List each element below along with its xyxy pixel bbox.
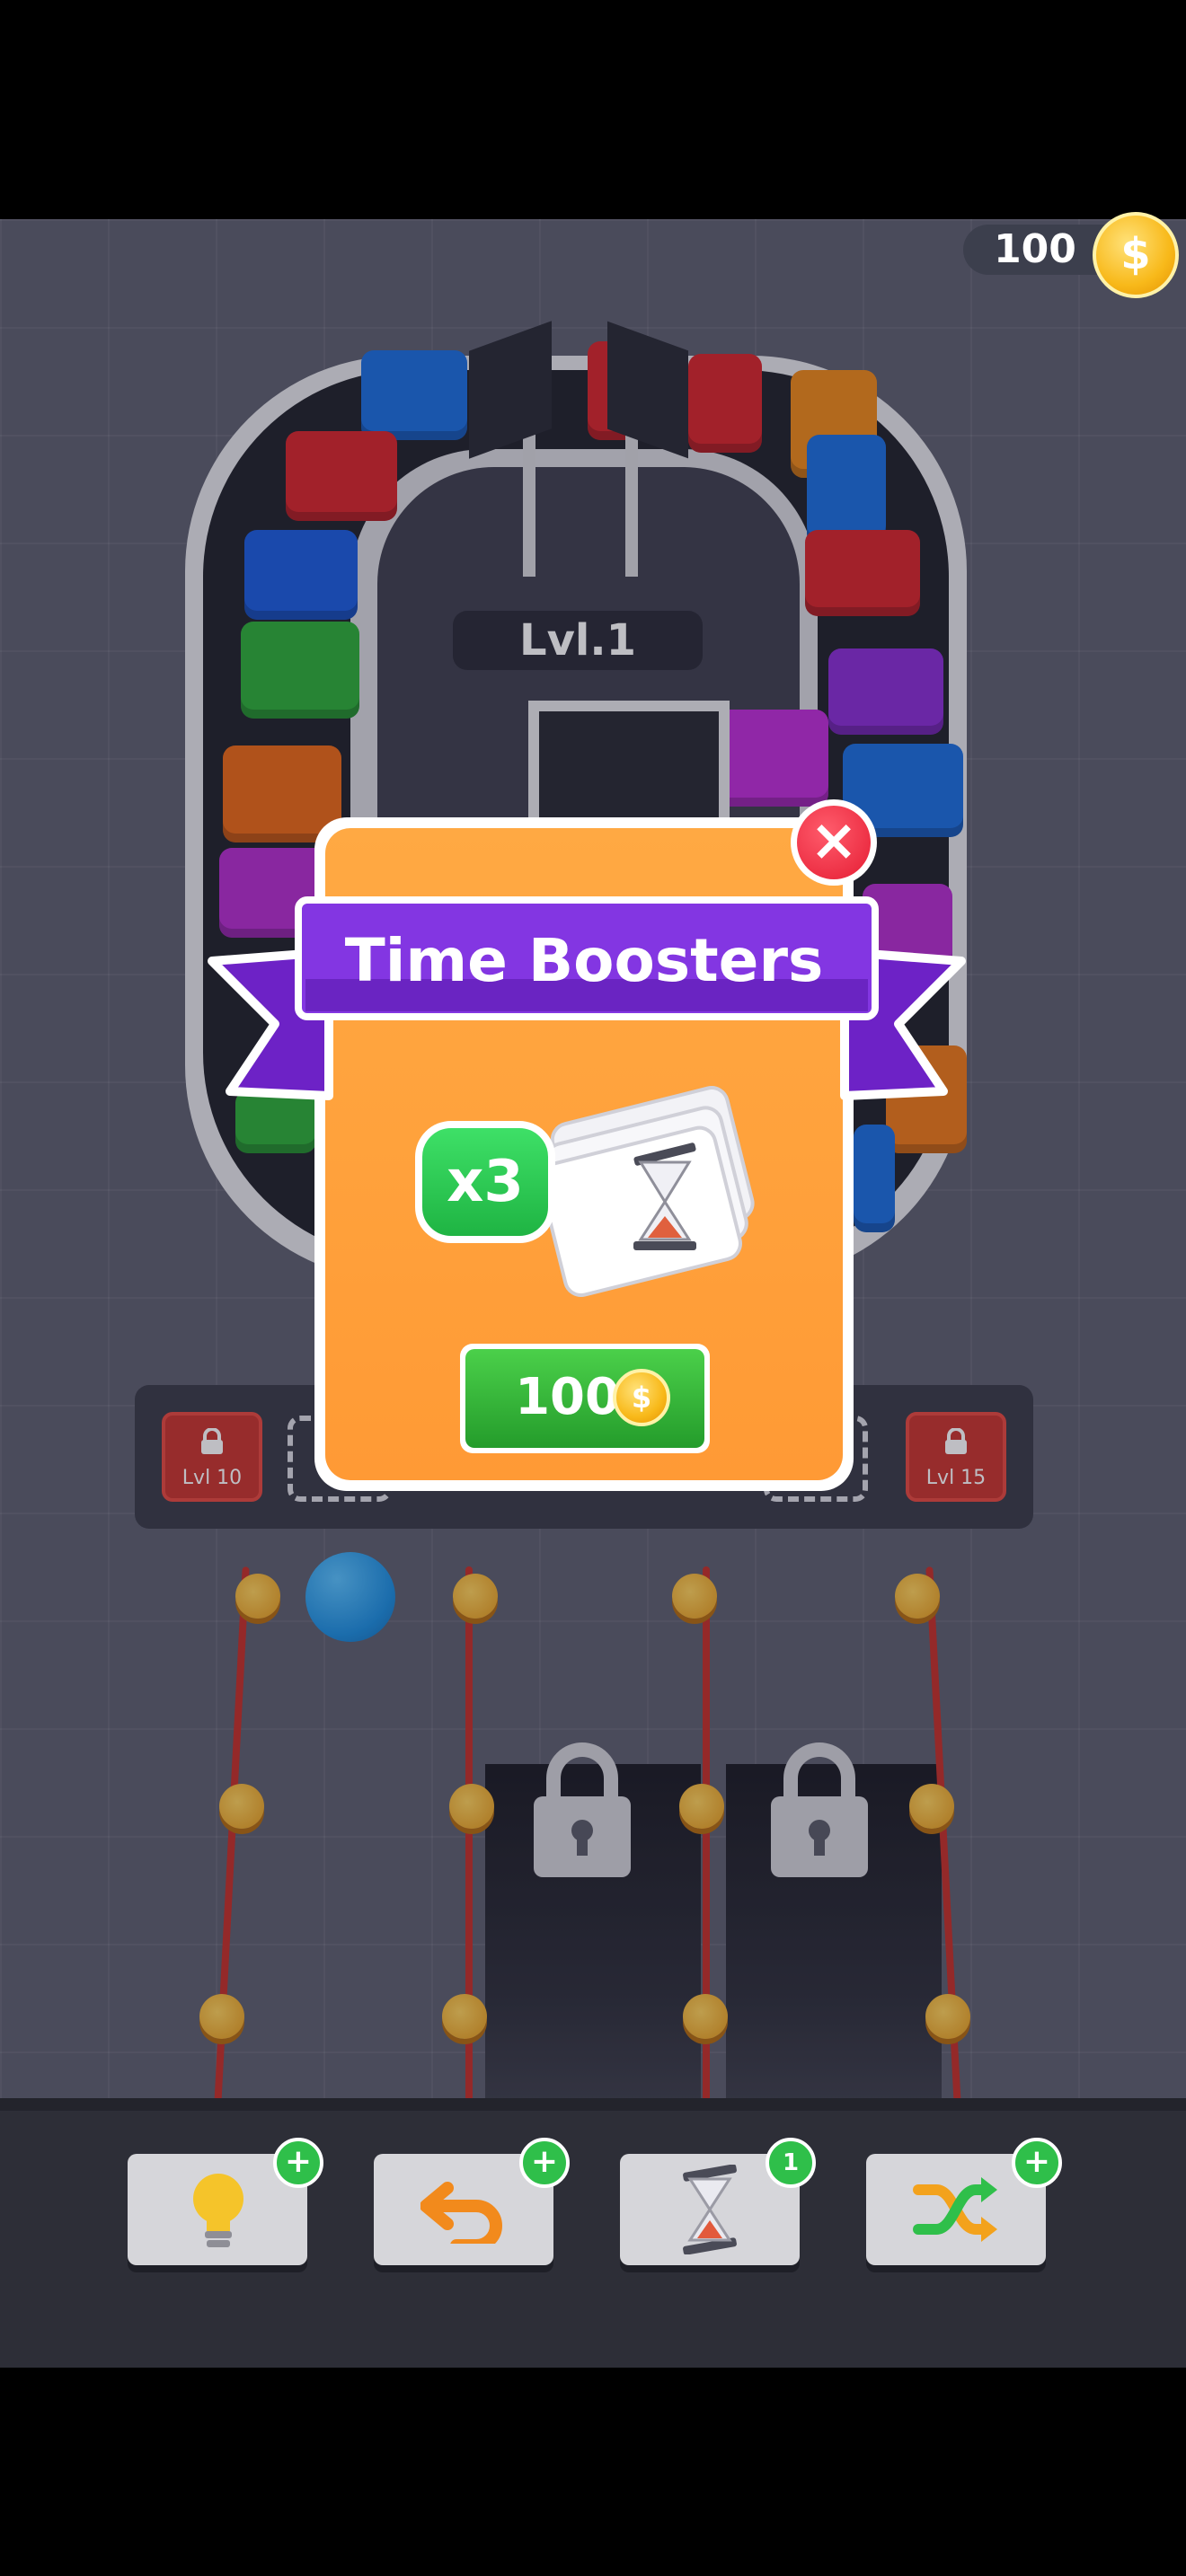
hint-add-badge[interactable]: + xyxy=(273,2138,323,2188)
hourglass-icon xyxy=(683,2165,737,2254)
close-icon[interactable]: × xyxy=(797,806,871,879)
booster-quantity-badge: x3 xyxy=(415,1121,555,1243)
coin-icon: $ xyxy=(1093,212,1179,298)
undo-arrow-icon xyxy=(420,2182,502,2244)
time-booster-tickets-icon xyxy=(538,1086,755,1297)
shuffle-icon xyxy=(913,2177,997,2242)
coin-icon: $ xyxy=(613,1369,670,1426)
lightbulb-icon xyxy=(193,2174,243,2247)
close-button[interactable]: × xyxy=(791,799,877,886)
buy-price[interactable]: 100 xyxy=(467,1362,620,1434)
shuffle-add-badge[interactable]: + xyxy=(1012,2138,1062,2188)
popup-title: Time Boosters xyxy=(344,926,824,995)
bottom-black-bar xyxy=(0,2368,1186,2576)
time-count-badge: 1 xyxy=(766,2138,816,2188)
toolbar-edge xyxy=(0,2098,1186,2111)
coin-counter: 100 $ xyxy=(963,212,1179,298)
top-black-bar xyxy=(0,0,1186,219)
coin-balance: 100 xyxy=(994,226,1076,272)
undo-add-badge[interactable]: + xyxy=(519,2138,570,2188)
